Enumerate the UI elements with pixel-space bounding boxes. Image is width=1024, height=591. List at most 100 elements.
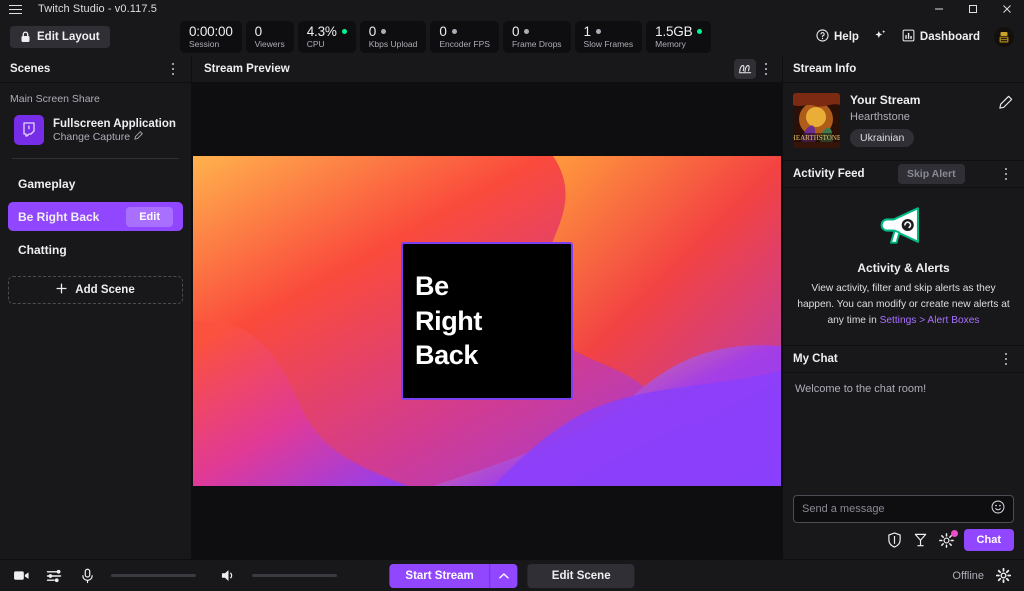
- skip-alert-button[interactable]: Skip Alert: [897, 164, 965, 184]
- capture-name: Fullscreen Application: [53, 117, 176, 130]
- capture-texts: Fullscreen Application Change Capture: [53, 118, 176, 143]
- camera-icon[interactable]: [12, 567, 30, 585]
- microphone-volume-slider[interactable]: [111, 574, 196, 577]
- stream-canvas[interactable]: Be Right Back: [193, 156, 781, 486]
- edit-layout-button[interactable]: Edit Layout: [10, 26, 110, 48]
- stat-value: 0: [439, 24, 447, 40]
- stat-value-row: 0: [512, 24, 562, 40]
- scenes-title: Scenes: [10, 63, 51, 75]
- scenes-more-options-icon[interactable]: [165, 60, 181, 78]
- stat-label: Memory: [655, 38, 686, 49]
- user-avatar[interactable]: [994, 27, 1014, 47]
- scene-item-label: Chatting: [18, 242, 67, 257]
- stat-label: Viewers: [254, 38, 285, 49]
- minimize-icon[interactable]: [922, 0, 956, 18]
- dashboard-icon: [902, 29, 915, 45]
- dashboard-button[interactable]: Dashboard: [902, 29, 980, 45]
- stat-slow-frames: 1 Slow Frames: [574, 21, 643, 53]
- stat-status-dot: [451, 29, 457, 35]
- scenes-list: Main Screen Share Fullscreen Application…: [0, 83, 191, 559]
- stream-info-body: HEARTHSTONE Your Stream Hearthstone Ukra…: [783, 83, 1024, 161]
- main-body: Scenes Main Screen Share Fullscreen Appl…: [0, 56, 1024, 559]
- chat-more-options-icon[interactable]: [998, 350, 1014, 368]
- preview-stage[interactable]: Be Right Back: [192, 83, 782, 559]
- plus-icon: [56, 283, 67, 297]
- stream-tag[interactable]: Ukrainian: [850, 129, 915, 147]
- bits-icon[interactable]: [912, 532, 929, 549]
- help-label: Help: [834, 31, 859, 43]
- game-box-art: HEARTHSTONE: [793, 93, 840, 148]
- desktop-volume-slider[interactable]: [252, 574, 337, 577]
- speaker-icon[interactable]: [219, 567, 237, 585]
- scene-item-list: Gameplay Be Right Back Edit Chatting: [8, 169, 183, 264]
- start-stream-group: Start Stream: [389, 563, 518, 588]
- close-icon[interactable]: [990, 0, 1024, 18]
- twitch-glitch-icon: [14, 115, 44, 145]
- shield-icon[interactable]: [886, 532, 903, 549]
- stat-label: CPU: [306, 38, 325, 49]
- change-capture-label: Change Capture: [53, 130, 131, 143]
- chat-header: My Chat: [783, 346, 1024, 373]
- alert-boxes-link[interactable]: Settings > Alert Boxes: [880, 315, 980, 326]
- change-capture-button[interactable]: Change Capture: [53, 131, 176, 143]
- preview-tools: [734, 59, 774, 79]
- hamburger-menu-icon[interactable]: [0, 0, 30, 18]
- scene-item-be-right-back[interactable]: Be Right Back Edit: [8, 202, 183, 231]
- send-chat-button[interactable]: Chat: [963, 529, 1014, 551]
- stat-value: 4.3%: [306, 24, 337, 40]
- lock-icon: [20, 31, 31, 43]
- svg-text:HEARTHSTONE: HEARTHSTONE: [793, 134, 840, 142]
- stat-label: Slow Frames: [583, 38, 634, 49]
- stat-encoder-fps: 0 Encoder FPS: [430, 21, 499, 53]
- title-bar: Twitch Studio - v0.117.5: [0, 0, 1024, 18]
- settings-gear-icon[interactable]: [994, 567, 1012, 585]
- chat-action-bar: Chat: [783, 529, 1024, 559]
- start-stream-button[interactable]: Start Stream: [389, 563, 490, 588]
- stat-session: 0:00:00 Session: [180, 21, 242, 53]
- brb-line-3: Back: [415, 340, 478, 371]
- sliders-icon[interactable]: [45, 567, 63, 585]
- stat-frame-drops: 0 Frame Drops: [502, 21, 571, 53]
- chat-input-box[interactable]: [793, 495, 1014, 523]
- stream-category: Hearthstone: [850, 111, 910, 123]
- scene-edit-button[interactable]: Edit: [126, 206, 173, 227]
- stat-value: 0: [368, 24, 377, 40]
- gear-icon[interactable]: [938, 529, 958, 549]
- stream-info-title: Stream Info: [793, 63, 857, 75]
- stat-value: 0:00:00: [189, 24, 233, 40]
- help-button[interactable]: Help: [816, 29, 859, 45]
- sparkle-button[interactable]: [873, 28, 888, 46]
- dashboard-label: Dashboard: [919, 31, 980, 43]
- be-right-back-overlay[interactable]: Be Right Back: [401, 242, 573, 400]
- scene-item-label: Gameplay: [18, 176, 76, 191]
- maximize-icon[interactable]: [956, 0, 990, 18]
- audio-waveform-icon[interactable]: [734, 59, 756, 79]
- help-icon: [816, 29, 829, 45]
- activity-feed-title: Activity Feed: [793, 168, 865, 180]
- capture-source-row[interactable]: Fullscreen Application Change Capture: [8, 113, 183, 145]
- stat-cpu: 4.3% CPU: [297, 21, 356, 53]
- microphone-icon[interactable]: [78, 567, 96, 585]
- stat-status-dot: [697, 29, 703, 35]
- preview-more-options-icon[interactable]: [758, 60, 774, 78]
- edit-stream-info-icon[interactable]: [996, 93, 1014, 111]
- stream-stats: 0:00:00 Session 0 Viewers 4.3% CPU 0 Kbps Uploa…: [180, 21, 712, 53]
- stat-status-dot: [381, 29, 387, 35]
- chat-message-input[interactable]: [802, 503, 991, 515]
- scene-item-chatting[interactable]: Chatting: [8, 235, 183, 264]
- stat-value-row: 0:00:00: [189, 24, 233, 40]
- stream-info-header: Stream Info: [783, 56, 1024, 83]
- scene-item-gameplay[interactable]: Gameplay: [8, 169, 183, 198]
- activity-feed-header: Activity Feed Skip Alert: [783, 161, 1024, 188]
- start-stream-options-button[interactable]: [489, 563, 518, 588]
- stat-value-row: 1: [584, 24, 634, 40]
- chevron-up-icon: [499, 568, 510, 583]
- stat-status-dot: [341, 29, 347, 35]
- chat-title: My Chat: [793, 353, 838, 365]
- chat-welcome-message: Welcome to the chat room!: [795, 383, 927, 395]
- edit-scene-button[interactable]: Edit Scene: [527, 563, 635, 588]
- add-scene-button[interactable]: Add Scene: [8, 276, 183, 304]
- activity-feed-more-options-icon[interactable]: [998, 165, 1014, 183]
- stat-label: Frame Drops: [511, 38, 562, 49]
- smiley-icon[interactable]: [991, 500, 1005, 519]
